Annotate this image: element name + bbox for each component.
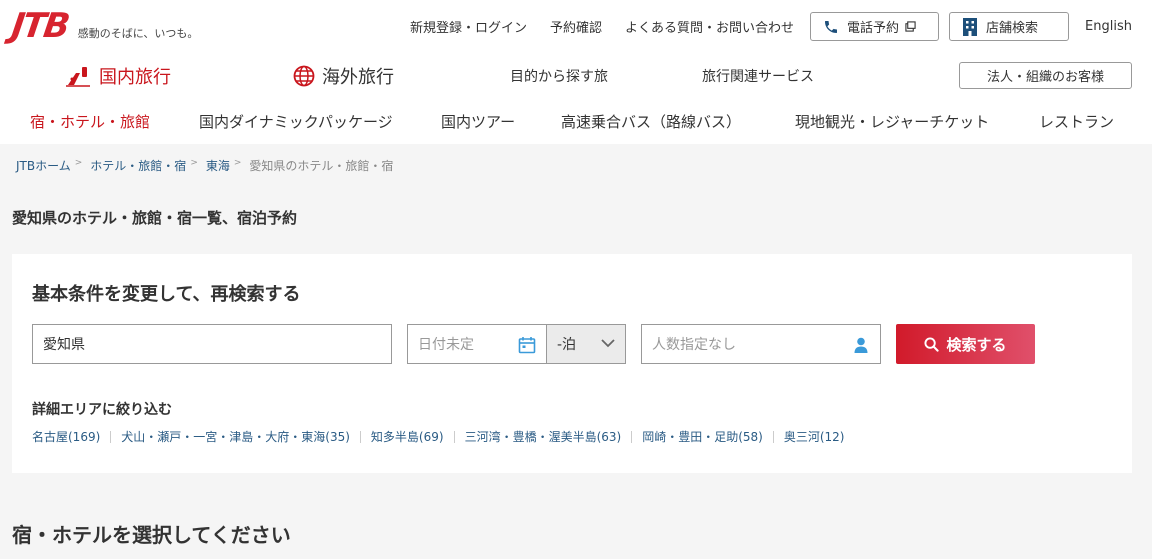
area-link-okumikawa[interactable]: 奥三河(12) [784, 428, 845, 445]
reservation-check-link[interactable]: 予約確認 [550, 17, 602, 36]
page-title: 愛知県のホテル・旅館・宿一覧、宿泊予約 [12, 209, 298, 227]
nav-domestic-travel[interactable]: 国内旅行 [66, 62, 171, 90]
utility-nav: 新規登録・ログイン 予約確認 よくある質問・お問い合わせ 電話予約 店舗検索 E… [387, 12, 1132, 41]
select-hotel-heading: 宿・ホテルを選択してください [12, 523, 291, 547]
area-separator [631, 430, 633, 443]
subnav-leisure-tickets[interactable]: 現地観光・レジャーチケット [795, 111, 989, 132]
subnav-domestic-tour[interactable]: 国内ツアー [441, 111, 515, 132]
jtb-logo[interactable]: JTB 感動のそばに、いつも。 [9, 6, 199, 46]
phone-icon [825, 20, 838, 33]
breadcrumb-separator: > [74, 157, 83, 168]
area-link-mikawa-bay[interactable]: 三河湾・豊橋・渥美半島(63) [465, 428, 622, 445]
corporate-customers-button[interactable]: 法人・組織のお客様 [959, 62, 1132, 89]
faq-contact-link[interactable]: よくある質問・お問い合わせ [625, 17, 794, 36]
area-link-inuyama[interactable]: 犬山・瀬戸・一宮・津島・大府・東海(35) [121, 428, 350, 445]
store-search-label: 店舗検索 [986, 21, 1039, 36]
calendar-icon [518, 337, 536, 354]
nav-purpose-travel[interactable]: 目的から探す旅 [510, 62, 608, 90]
prefecture-value: 愛知県 [43, 337, 85, 353]
search-button-label: 検索する [946, 335, 1007, 354]
site-header: JTB 感動のそばに、いつも。 新規登録・ログイン 予約確認 よくある質問・お問… [0, 0, 1152, 144]
area-separator [772, 430, 774, 443]
breadcrumb-separator: > [233, 157, 242, 168]
external-link-icon [905, 21, 916, 32]
sub-nav: 宿・ホテル・旅館 国内ダイナミックパッケージ 国内ツアー 高速乗合バス（路線バス… [0, 111, 1152, 133]
nights-value: -泊 [557, 337, 577, 353]
main-nav: 国内旅行 海外旅行 目的から探す旅 旅行関連サービス 法人・組織のお客様 [0, 62, 1152, 90]
area-link-okazaki[interactable]: 岡崎・豊田・足助(58) [642, 428, 763, 445]
subnav-dynamic-package[interactable]: 国内ダイナミックパッケージ [199, 111, 393, 132]
subnav-restaurants[interactable]: レストラン [1039, 111, 1114, 132]
breadcrumb-hotels[interactable]: ホテル・旅館・宿 [90, 157, 186, 174]
register-login-link[interactable]: 新規登録・ログイン [410, 17, 527, 36]
language-english-link[interactable]: English [1085, 19, 1132, 34]
logo-mark: JTB [9, 6, 71, 46]
nav-domestic-label: 国内旅行 [99, 67, 171, 88]
nights-select[interactable]: -泊 [546, 324, 626, 364]
store-search-button[interactable]: 店舗検索 [949, 12, 1070, 41]
phone-booking-button[interactable]: 電話予約 [810, 12, 940, 41]
building-icon [963, 17, 978, 36]
date-placeholder: 日付未定 [418, 337, 474, 353]
breadcrumb-current: 愛知県のホテル・旅館・宿 [249, 159, 394, 173]
guests-placeholder: 人数指定なし [652, 337, 736, 353]
prefecture-field[interactable]: 愛知県 [32, 324, 392, 364]
area-separator [453, 430, 455, 443]
area-link-chita[interactable]: 知多半島(69) [371, 428, 444, 445]
area-separator [110, 430, 112, 443]
breadcrumb-home[interactable]: JTBホーム [16, 157, 71, 174]
search-icon [924, 336, 940, 352]
chevron-down-icon [601, 339, 615, 348]
nav-overseas-travel[interactable]: 海外旅行 [293, 62, 394, 90]
search-title: 基本条件を変更して、再検索する [32, 284, 301, 305]
breadcrumb-tokai[interactable]: 東海 [206, 157, 230, 174]
guests-field[interactable]: 人数指定なし [641, 324, 881, 364]
checkin-date-field[interactable]: 日付未定 [407, 324, 547, 364]
nav-travel-services[interactable]: 旅行関連サービス [702, 62, 814, 90]
subnav-highway-bus[interactable]: 高速乗合バス（路線バス） [561, 111, 741, 132]
nav-overseas-label: 海外旅行 [322, 67, 394, 88]
phone-booking-label: 電話予約 [847, 21, 900, 36]
train-icon [66, 67, 90, 87]
area-separator [359, 430, 361, 443]
breadcrumb: JTBホーム > ホテル・旅館・宿 > 東海 > 愛知県のホテル・旅館・宿 [16, 157, 393, 174]
search-panel: 基本条件を変更して、再検索する 愛知県 日付未定 -泊 人数指定なし 検索する … [12, 254, 1132, 473]
search-button[interactable]: 検索する [896, 324, 1035, 364]
area-filter-title: 詳細エリアに絞り込む [32, 402, 172, 418]
area-link-nagoya[interactable]: 名古屋(169) [32, 428, 100, 445]
logo-tagline: 感動のそばに、いつも。 [77, 27, 199, 40]
globe-icon [293, 65, 315, 87]
breadcrumb-separator: > [190, 157, 198, 168]
area-filter-list: 名古屋(169) 犬山・瀬戸・一宮・津島・大府・東海(35) 知多半島(69) … [32, 428, 844, 445]
subnav-hotels[interactable]: 宿・ホテル・旅館 [30, 111, 150, 132]
person-icon [854, 337, 868, 353]
